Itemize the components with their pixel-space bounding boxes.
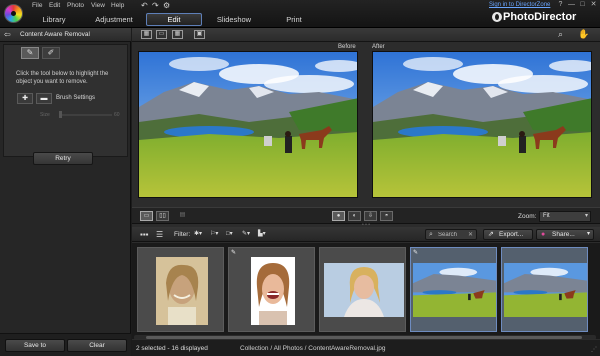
panel-title: Content Aware Removal [20,31,90,38]
filter-label: Filter: [174,231,191,238]
search-input[interactable] [438,231,468,239]
zoom-magnifier-icon[interactable]: ⌕ [558,29,563,40]
size-max-value: 60 [114,112,120,118]
view-single-icon[interactable]: ▭ [140,211,153,221]
clear-search-icon[interactable]: ✕ [468,231,473,239]
crop-icon[interactable]: ◓ [380,211,393,221]
brush-add-icon[interactable]: ✚ [17,93,33,104]
export-icon: ⇗ [488,231,494,238]
share-icon: ● [541,231,546,238]
compare-view-icon[interactable]: ▭ [156,30,167,39]
size-label: Size [40,112,50,118]
file-path: Collection / All Photos / ContentAwareRe… [240,345,386,352]
export-button[interactable]: ⇗ Export... [483,229,533,240]
contrast-icon[interactable]: ◐ [348,211,361,221]
share-label: Share... [552,231,575,238]
export-label: Export... [499,231,524,238]
undo-icon[interactable]: ↶ [141,1,148,10]
brush-tool-icon[interactable]: ✎ [21,47,39,59]
menu-view[interactable]: View [91,2,105,9]
filter-flag-icon[interactable]: ⚐▾ [210,230,218,239]
thumbnail-4[interactable]: ✎ [410,247,497,332]
back-arrow-icon[interactable]: ⇦ [4,30,14,40]
fullscreen-icon[interactable]: ▣ [194,30,205,39]
after-photo[interactable] [372,51,592,198]
panel-header: ⇦ Content Aware Removal [0,28,131,42]
filter-more-icon[interactable]: ▙▾ [258,230,266,239]
settings-gear-icon[interactable]: ⚙ [163,1,170,10]
filter-bar: ▪▪▪ ☰ Filter: ✱▾ ⚐▾ □▾ ✎▾ ▙▾ ⌕ ✕ ⇗ Expor… [132,227,600,242]
share-button[interactable]: ● Share... ▾ [536,229,594,240]
filter-frame-icon[interactable]: □▾ [226,230,233,239]
brand-logo-icon [492,12,502,22]
tab-edit[interactable]: Edit [146,13,202,26]
panel-footer: Save to Clear [0,333,131,356]
redo-icon[interactable]: ↷ [152,1,159,10]
thumbnail-image [504,263,587,317]
view-split-icon[interactable]: ▯▯ [156,211,169,221]
thumbnail-image [251,257,295,325]
thumbnail-view-icon[interactable]: ▪▪▪ [140,230,149,239]
before-photo[interactable] [138,51,358,198]
status-bar: 2 selected - 16 displayed Collection / A… [132,339,600,356]
single-view-icon[interactable]: ▦ [141,30,152,39]
menu-photo[interactable]: Photo [67,2,84,9]
thumbnail-image [413,263,496,317]
compare-mode-icon[interactable]: ▤ [176,211,189,221]
pan-hand-icon[interactable]: ✋ [578,29,589,40]
filter-color-icon[interactable]: ✱▾ [194,230,202,239]
search-box: ⌕ ✕ [425,229,477,240]
tool-area: ✎ ✐ Click the tool below to highlight th… [3,44,128,165]
eraser-tool-icon[interactable]: ✐ [42,47,60,59]
thumbnail-5[interactable] [501,247,588,332]
search-icon: ⌕ [429,231,433,238]
brand-name: PhotoDirector [503,11,577,23]
view-toolbar: ▦ ▭ ▦ ▣ ⌕ ✋ [132,28,600,42]
list-view-icon[interactable]: ☰ [156,230,163,239]
maximize-icon[interactable]: □ [578,1,587,9]
tab-library[interactable]: Library [36,13,72,26]
thumbnail-2[interactable]: ✎ [228,247,315,332]
edited-pencil-icon: ✎ [413,250,419,256]
size-slider[interactable] [60,114,112,116]
size-slider-handle[interactable] [59,111,62,118]
toggle-original-icon[interactable]: ● [332,211,345,221]
sign-in-link[interactable]: Sign in to DirectorZone [489,2,550,8]
clear-button[interactable]: Clear [67,339,127,352]
resize-grip-icon[interactable]: ⋰ [591,346,597,353]
thumbnail-1[interactable] [137,247,224,332]
thumbnail-3[interactable] [319,247,406,332]
menu-help[interactable]: Help [111,2,124,9]
tab-print[interactable]: Print [281,13,307,26]
tab-slideshow[interactable]: Slideshow [214,13,254,26]
filter-edit-icon[interactable]: ✎▾ [242,230,250,239]
save-to-button[interactable]: Save to [5,339,65,352]
before-label: Before [338,44,356,50]
retry-button[interactable]: Retry [33,152,93,165]
rotate-icon[interactable]: ⇩ [364,211,377,221]
app-logo-icon [4,4,23,23]
menu-edit[interactable]: Edit [49,2,60,9]
thumbnail-image [324,263,404,317]
tool-description: Click the tool below to highlight the ob… [16,71,109,85]
help-icon[interactable]: ? [556,1,565,9]
grid-view-icon[interactable]: ▦ [172,30,183,39]
close-icon[interactable]: ✕ [589,1,598,9]
after-label: After [372,44,385,50]
selection-count: 2 selected - 16 displayed [136,345,208,352]
viewer-area: ▦ ▭ ▦ ▣ ⌕ ✋ Before After ▭ ▯▯ ▤ ● ◐ ⇩ ◓ … [132,28,600,356]
left-panel: ⇦ Content Aware Removal ✎ ✐ Click the to… [0,28,131,356]
thumbnail-image [156,257,208,325]
brush-settings-label: Brush Settings [56,95,96,101]
tab-adjustment[interactable]: Adjustment [92,13,136,26]
brush-subtract-icon[interactable]: ▬ [36,93,52,104]
zoom-select[interactable]: Fit [539,211,591,222]
edited-pencil-icon: ✎ [231,250,237,256]
menu-file[interactable]: File [32,2,42,9]
zoom-label: Zoom: [518,213,537,220]
share-dropdown-icon: ▾ [586,231,590,237]
minimize-icon[interactable]: — [567,1,576,9]
title-bar: File Edit Photo View Help ↶ ↷ ⚙ Library … [0,0,600,28]
